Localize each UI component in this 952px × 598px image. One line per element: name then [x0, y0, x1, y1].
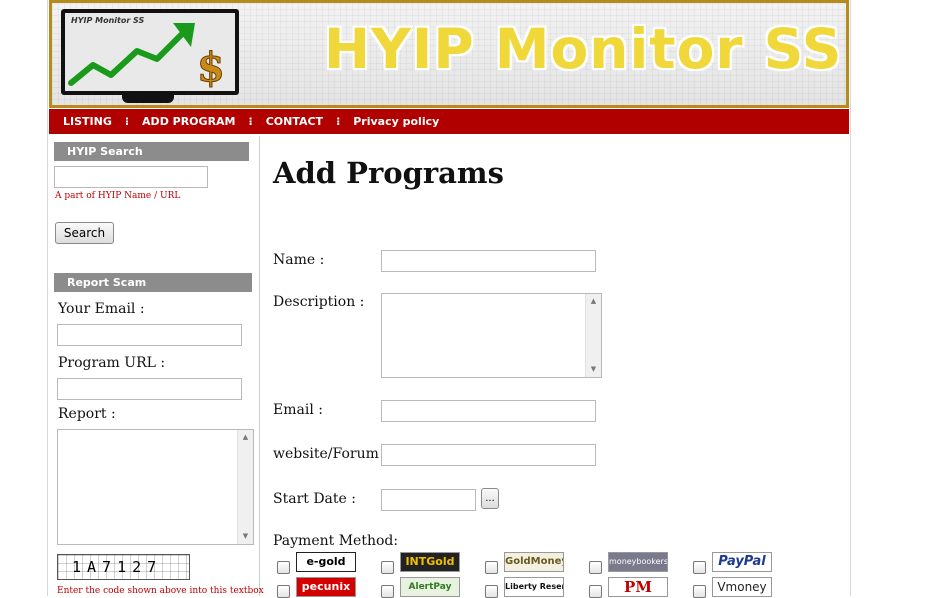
scroll-up-icon[interactable]: ▲: [238, 430, 253, 445]
description-label: Description :: [273, 294, 365, 310]
monitor-stand: [122, 95, 174, 103]
monitor-screen: HYIP Monitor SS $: [65, 13, 235, 91]
report-email-label: Your Email :: [58, 301, 145, 317]
intgold-logo: INTGold: [400, 552, 460, 572]
dollar-sign-icon: $: [197, 44, 226, 92]
captcha-hint: Enter the code shown above into this tex…: [57, 586, 264, 596]
page-container: HYIP Monitor SS $ HYIP Monitor SS LISTIN…: [47, 0, 851, 598]
program-url-label: Program URL :: [58, 355, 166, 371]
report-scam-heading: Report Scam: [54, 273, 252, 292]
nav-contact[interactable]: CONTACT: [266, 115, 323, 128]
page-title: Add Programs: [273, 156, 504, 190]
svg-text:$: $: [197, 44, 225, 91]
perfect-money-checkbox[interactable]: [589, 585, 602, 598]
goldmoney-logo: GoldMoney: [504, 552, 564, 572]
egold-logo: e-gold: [296, 552, 356, 572]
description-textarea-scrollbar[interactable]: ▲ ▼: [585, 294, 601, 377]
name-input[interactable]: [381, 250, 596, 272]
report-email-input[interactable]: [57, 324, 242, 346]
nav-add-program[interactable]: ADD PROGRAM: [142, 115, 235, 128]
nav-privacy-policy[interactable]: Privacy policy: [353, 115, 439, 128]
alertpay-checkbox[interactable]: [381, 585, 394, 598]
main-nav: LISTING ⁝ ADD PROGRAM ⁝ CONTACT ⁝ Privac…: [49, 109, 849, 134]
start-date-label: Start Date :: [273, 491, 356, 507]
payment-method-label: Payment Method:: [273, 533, 399, 549]
report-label: Report :: [58, 406, 116, 422]
date-picker-button[interactable]: ...: [481, 488, 499, 509]
perfect-money-logo: PM: [608, 577, 668, 597]
pecunix-logo: pecunix: [296, 577, 356, 597]
vmoney-logo: Vmoney: [712, 577, 772, 597]
intgold-checkbox[interactable]: [381, 561, 394, 574]
main-content: Add Programs Name : Description : ▲ ▼ Em…: [261, 136, 848, 598]
hyip-search-input[interactable]: [54, 166, 208, 188]
scroll-down-icon[interactable]: ▼: [238, 529, 253, 544]
liberty-reserve-checkbox[interactable]: [485, 585, 498, 598]
paypal-logo: PayPal: [712, 552, 772, 572]
monitor-logo: HYIP Monitor SS $: [61, 9, 239, 95]
goldmoney-checkbox[interactable]: [485, 561, 498, 574]
email-label: Email :: [273, 402, 323, 418]
paypal-checkbox[interactable]: [693, 561, 706, 574]
liberty-reserve-logo: Liberty Reserve: [504, 577, 564, 597]
sidebar: HYIP Search A part of HYIP Name / URL Se…: [49, 136, 264, 596]
search-hint: A part of HYIP Name / URL: [55, 191, 181, 201]
scroll-down-icon[interactable]: ▼: [586, 362, 601, 377]
name-label: Name :: [273, 252, 325, 268]
search-button[interactable]: Search: [55, 222, 114, 244]
program-url-input[interactable]: [57, 378, 242, 400]
nav-separator: ⁝: [124, 115, 130, 128]
moneybookers-checkbox[interactable]: [589, 561, 602, 574]
nav-listing[interactable]: LISTING: [63, 115, 112, 128]
report-textarea-scrollbar[interactable]: ▲ ▼: [237, 430, 253, 544]
egold-checkbox[interactable]: [277, 561, 290, 574]
report-textarea[interactable]: ▲ ▼: [57, 429, 254, 545]
website-forum-input[interactable]: [381, 444, 596, 466]
header-banner: HYIP Monitor SS $ HYIP Monitor SS: [49, 0, 849, 108]
captcha-image: 1A7127: [57, 554, 190, 580]
email-input[interactable]: [381, 400, 596, 422]
website-forum-label: website/Forum :: [273, 446, 389, 462]
nav-separator: ⁝: [336, 115, 341, 128]
moneybookers-logo: moneybookers: [608, 552, 668, 572]
start-date-input[interactable]: [381, 489, 476, 511]
hyip-search-heading: HYIP Search: [54, 142, 249, 161]
vmoney-checkbox[interactable]: [693, 585, 706, 598]
pecunix-checkbox[interactable]: [277, 585, 290, 598]
alertpay-logo: AlertPay: [400, 577, 460, 597]
site-title: HYIP Monitor SS: [324, 17, 843, 81]
nav-separator: ⁝: [248, 115, 253, 128]
description-textarea[interactable]: ▲ ▼: [381, 293, 602, 378]
scroll-up-icon[interactable]: ▲: [586, 294, 601, 309]
